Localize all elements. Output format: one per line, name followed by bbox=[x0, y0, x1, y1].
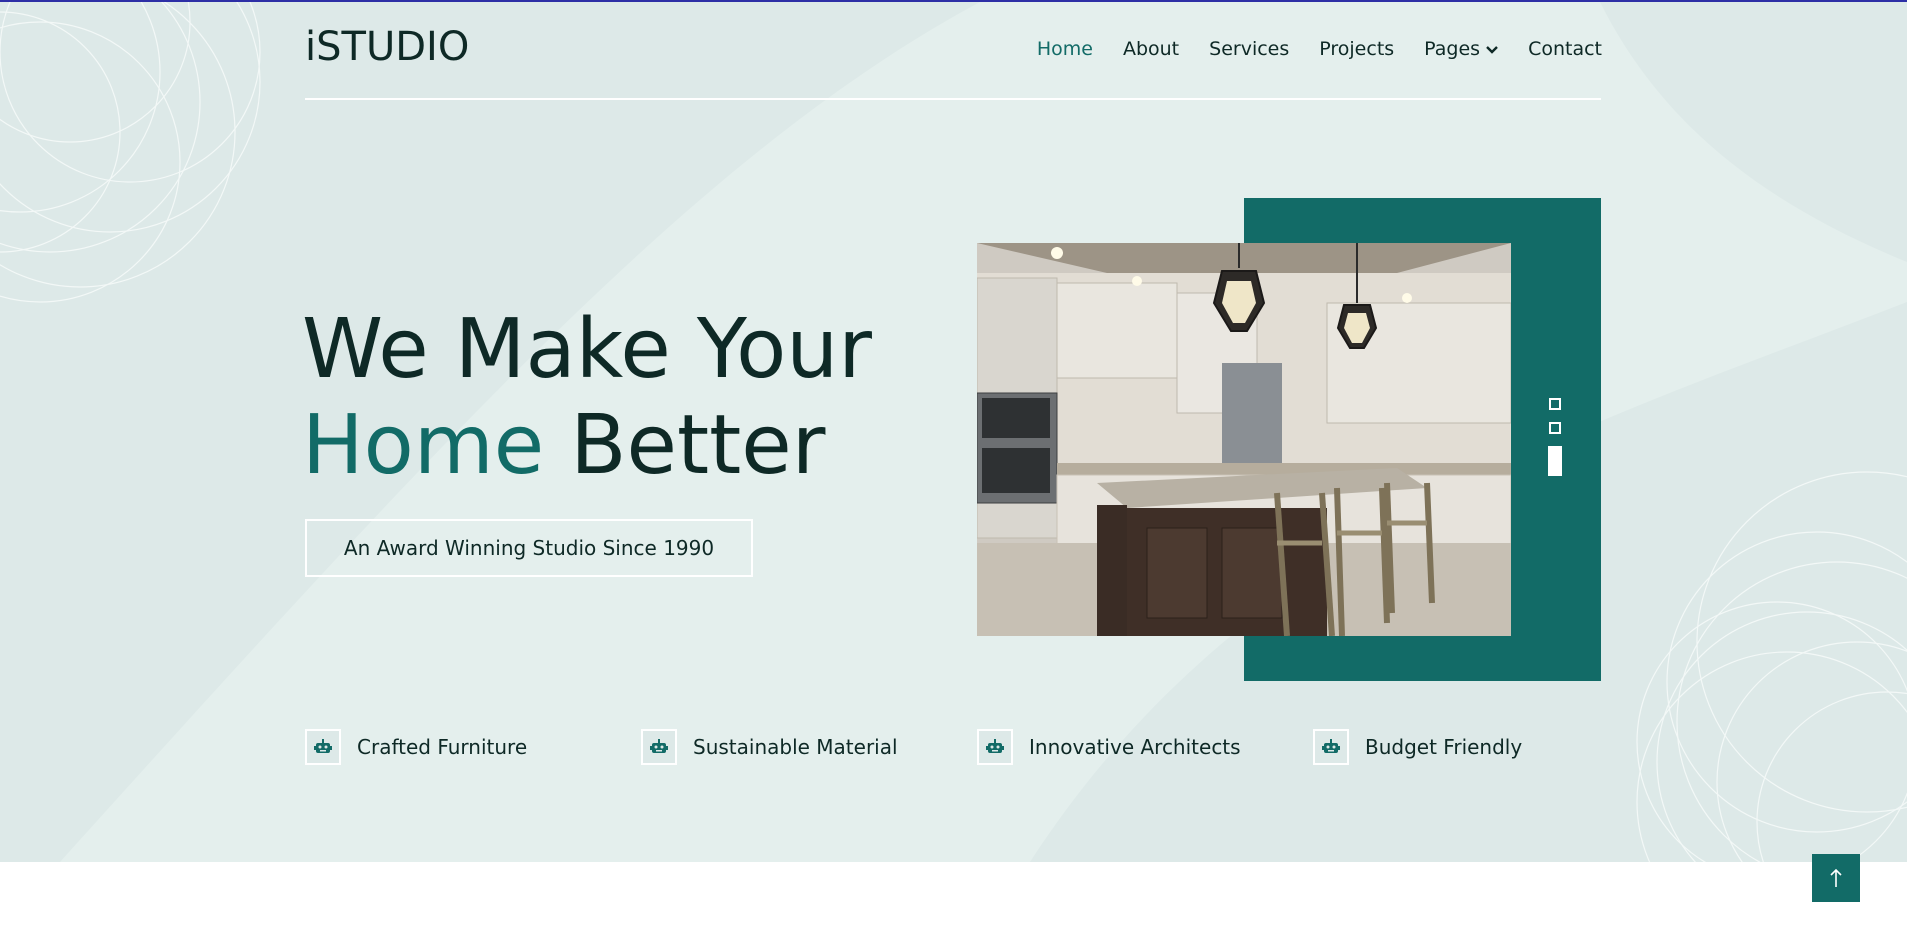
feature-item: Budget Friendly bbox=[1313, 729, 1649, 765]
nav-label: Pages bbox=[1424, 38, 1481, 60]
carousel-dot-3[interactable] bbox=[1548, 446, 1562, 476]
feature-item: Sustainable Material bbox=[641, 729, 977, 765]
nav-pages-dropdown[interactable]: Pages bbox=[1424, 38, 1498, 60]
feature-label: Crafted Furniture bbox=[357, 735, 528, 759]
feature-label: Sustainable Material bbox=[693, 735, 898, 759]
robot-icon bbox=[977, 729, 1013, 765]
nav-services[interactable]: Services bbox=[1209, 38, 1289, 60]
kitchen-photo bbox=[977, 243, 1511, 636]
nav-label: Home bbox=[1036, 38, 1093, 60]
carousel-dot-1[interactable] bbox=[1549, 398, 1561, 410]
nav-label: Contact bbox=[1528, 38, 1602, 60]
feature-label: Budget Friendly bbox=[1365, 735, 1523, 759]
robot-icon bbox=[641, 729, 677, 765]
robot-icon bbox=[1313, 729, 1349, 765]
arrow-up-icon bbox=[1830, 868, 1842, 887]
logo[interactable]: iSTUDIO bbox=[305, 24, 469, 70]
circle-pattern-decoration bbox=[0, 2, 261, 303]
robot-icon bbox=[305, 729, 341, 765]
features-row: Crafted Furniture Sustainable Material I… bbox=[305, 729, 1649, 765]
back-to-top-button[interactable] bbox=[1812, 854, 1860, 902]
hero-section: iSTUDIO Home About Services Projects Pag… bbox=[0, 2, 1907, 862]
nav-label: Projects bbox=[1319, 38, 1395, 60]
heading-accent-word: Home bbox=[302, 398, 545, 493]
heading-line-2: Home Better bbox=[302, 398, 872, 494]
carousel-dot-2[interactable] bbox=[1549, 422, 1561, 434]
feature-item: Innovative Architects bbox=[977, 729, 1313, 765]
feature-label: Innovative Architects bbox=[1029, 735, 1241, 759]
nav-contact[interactable]: Contact bbox=[1528, 38, 1602, 60]
nav-about[interactable]: About bbox=[1123, 38, 1179, 60]
feature-item: Crafted Furniture bbox=[305, 729, 641, 765]
carousel-indicators bbox=[1548, 398, 1562, 488]
nav-divider bbox=[305, 98, 1601, 100]
circle-pattern-decoration bbox=[1636, 471, 1907, 862]
heading-word: Better bbox=[570, 398, 826, 493]
chevron-down-icon bbox=[1486, 46, 1498, 54]
heading-line-1: We Make Your bbox=[302, 302, 872, 397]
nav-projects[interactable]: Projects bbox=[1319, 38, 1394, 60]
main-nav: Home About Services Projects Pages Conta… bbox=[1007, 38, 1602, 60]
nav-label: Services bbox=[1209, 38, 1290, 60]
nav-label: About bbox=[1122, 38, 1180, 60]
hero-heading: We Make Your Home Better bbox=[302, 302, 872, 494]
nav-home[interactable]: Home bbox=[1037, 38, 1093, 60]
award-badge: An Award Winning Studio Since 1990 bbox=[305, 519, 753, 577]
